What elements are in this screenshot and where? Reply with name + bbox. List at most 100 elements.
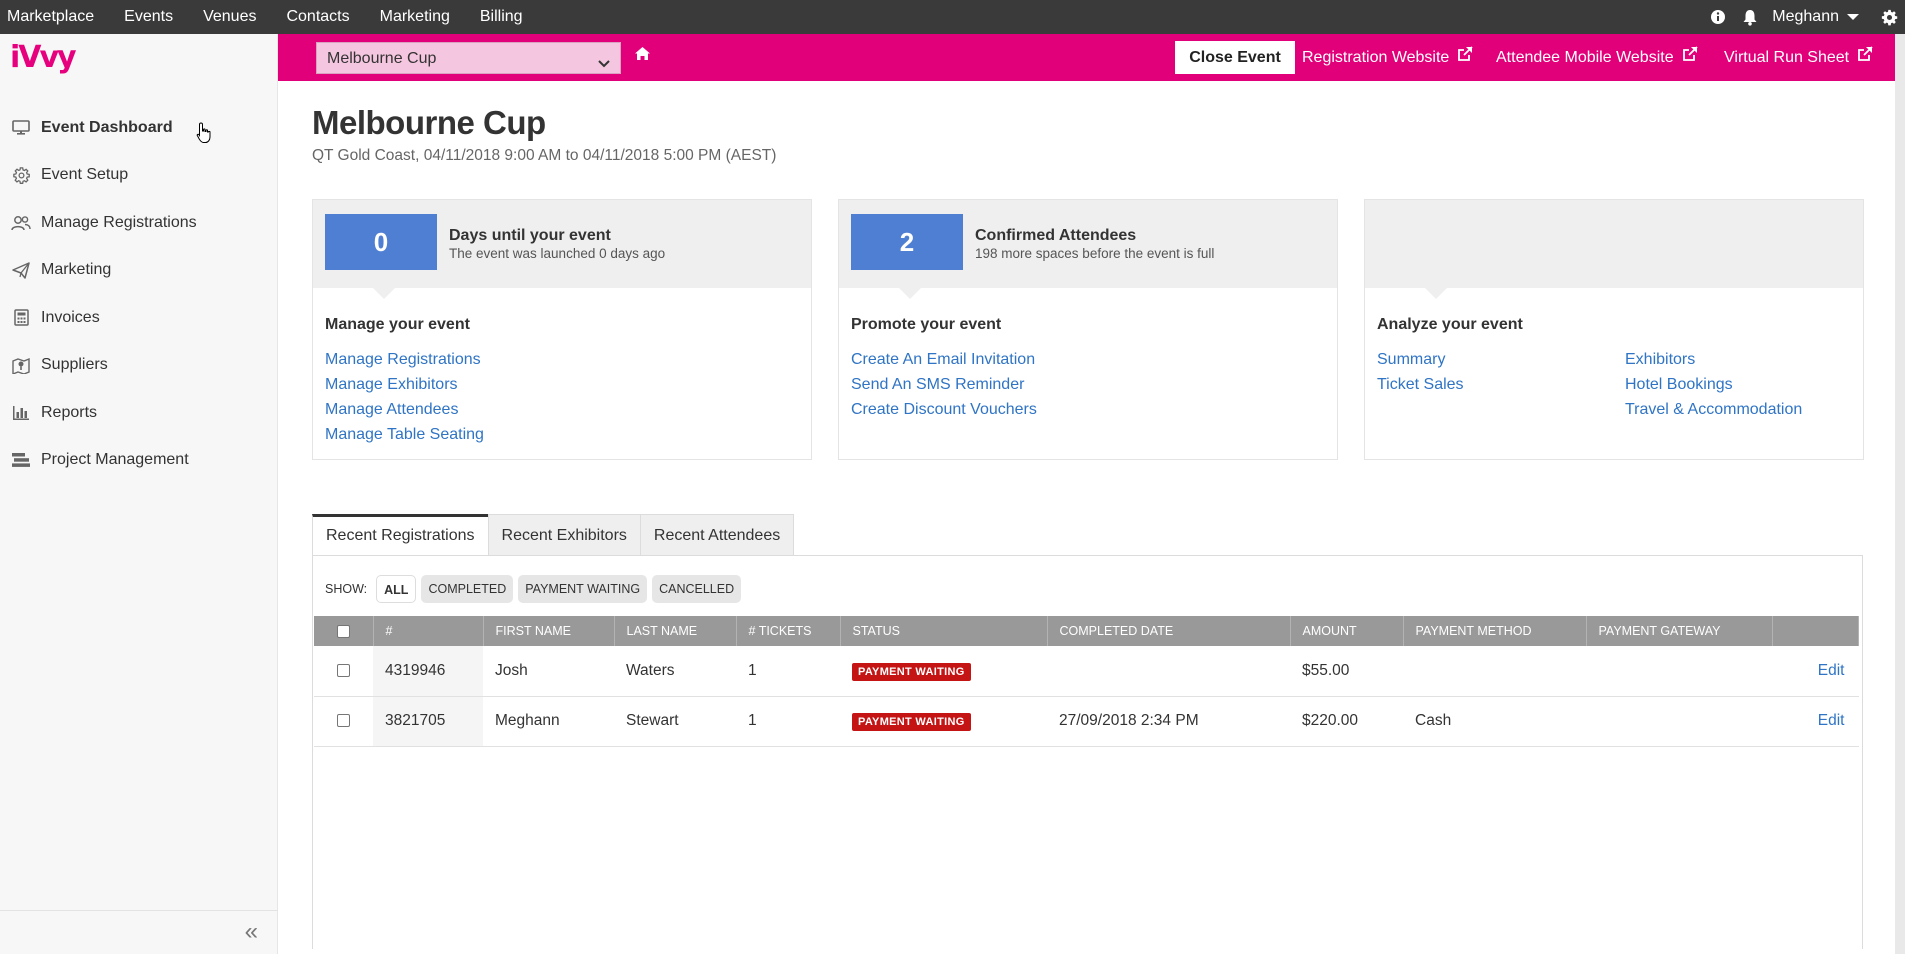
hotel-bookings-report-link[interactable]: Hotel Bookings xyxy=(1625,376,1733,394)
section-title: Analyze your event xyxy=(1377,316,1523,333)
row-checkbox[interactable] xyxy=(337,714,350,728)
top-nav-menu: Marketplace Events Venues Contacts Marke… xyxy=(0,0,538,34)
info-icon[interactable] xyxy=(1702,0,1734,34)
section-title: Manage your event xyxy=(325,316,470,333)
sidebar-item-reports[interactable]: Reports xyxy=(0,389,278,437)
home-icon[interactable] xyxy=(634,46,651,66)
gear-icon[interactable] xyxy=(1873,0,1905,34)
col-id[interactable]: # xyxy=(373,616,484,646)
map-icon xyxy=(10,355,32,375)
payment-method: Cash xyxy=(1403,696,1586,747)
virtual-run-sheet-link[interactable]: Virtual Run Sheet xyxy=(1724,34,1873,81)
monitor-icon xyxy=(10,118,32,138)
travel-accommodation-report-link[interactable]: Travel & Accommodation xyxy=(1625,401,1802,419)
paper-plane-icon xyxy=(10,260,32,280)
col-completed-date[interactable]: COMPLETED DATE xyxy=(1047,616,1291,646)
manage-registrations-link[interactable]: Manage Registrations xyxy=(325,351,481,369)
first-name: Meghann xyxy=(483,696,614,747)
sidebar-item-suppliers[interactable]: Suppliers xyxy=(0,342,278,390)
create-discount-vouchers-link[interactable]: Create Discount Vouchers xyxy=(851,401,1037,419)
sidebar-item-marketing[interactable]: Marketing xyxy=(0,247,278,295)
manage-attendees-link[interactable]: Manage Attendees xyxy=(325,401,458,419)
status-badge: PAYMENT WAITING xyxy=(852,662,971,681)
sidebar-item-project-management[interactable]: Project Management xyxy=(0,437,278,485)
tab-recent-attendees[interactable]: Recent Attendees xyxy=(639,514,795,556)
ticket-sales-report-link[interactable]: Ticket Sales xyxy=(1377,376,1464,394)
summary-report-link[interactable]: Summary xyxy=(1377,351,1445,369)
external-link-icon xyxy=(1857,34,1873,81)
edit-link[interactable]: Edit xyxy=(1818,662,1845,679)
exhibitors-report-link[interactable]: Exhibitors xyxy=(1625,351,1695,369)
sidebar-item-label: Reports xyxy=(41,403,98,421)
link-label: Virtual Run Sheet xyxy=(1724,49,1850,66)
attendee-mobile-website-link[interactable]: Attendee Mobile Website xyxy=(1496,34,1698,81)
completed-date: 27/09/2018 2:34 PM xyxy=(1047,696,1290,747)
collapse-sidebar-icon[interactable]: « xyxy=(245,918,258,946)
event-select[interactable]: Melbourne Cup xyxy=(316,42,621,74)
status-badge: PAYMENT WAITING xyxy=(852,713,971,731)
col-tickets[interactable]: # TICKETS xyxy=(736,616,841,646)
col-amount[interactable]: AMOUNT xyxy=(1290,616,1404,646)
sidebar-item-event-dashboard[interactable]: Event Dashboard xyxy=(0,104,278,152)
days-until-event-count: 0 xyxy=(325,214,437,270)
col-last-name[interactable]: LAST NAME xyxy=(614,616,737,646)
sidebar-item-invoices[interactable]: Invoices xyxy=(0,294,278,342)
filter-cancelled[interactable]: CANCELLED xyxy=(652,575,742,603)
filter-completed[interactable]: COMPLETED xyxy=(421,575,514,603)
event-toolbar: Melbourne Cup Close Event Registration W… xyxy=(278,34,1895,81)
sidebar-item-event-setup[interactable]: Event Setup xyxy=(0,152,278,200)
nav-contacts[interactable]: Contacts xyxy=(271,0,364,34)
sidebar-item-label: Project Management xyxy=(41,451,189,469)
send-sms-reminder-link[interactable]: Send An SMS Reminder xyxy=(851,376,1024,394)
sidebar-item-label: Suppliers xyxy=(41,356,108,374)
table-header-row: # FIRST NAME LAST NAME # TICKETS STATUS … xyxy=(314,616,1859,646)
ivvy-logo[interactable]: iVvy xyxy=(10,40,90,83)
edit-link[interactable]: Edit xyxy=(1818,712,1845,729)
col-payment-method[interactable]: PAYMENT METHOD xyxy=(1403,616,1587,646)
row-checkbox[interactable] xyxy=(337,664,350,678)
filter-label: SHOW: xyxy=(325,582,368,596)
registration-id: 4319946 xyxy=(373,646,483,697)
stat-title: Confirmed Attendees xyxy=(975,227,1137,244)
tab-recent-registrations[interactable]: Recent Registrations xyxy=(312,514,489,556)
status-filter: SHOW: ALL COMPLETED PAYMENT WAITING CANC… xyxy=(325,575,742,603)
col-status[interactable]: STATUS xyxy=(840,616,1048,646)
select-all-header xyxy=(314,616,374,646)
payment-gateway xyxy=(1586,696,1772,747)
table-row[interactable]: 3821705 Meghann Stewart 1 PAYMENT WAITIN… xyxy=(314,696,1859,747)
event-details: QT Gold Coast, 04/11/2018 9:00 AM to 04/… xyxy=(312,147,777,164)
table-row[interactable]: 4319946 Josh Waters 1 PAYMENT WAITING $5… xyxy=(314,646,1859,697)
col-actions xyxy=(1772,616,1859,646)
stat-subtitle: 198 more spaces before the event is full xyxy=(975,246,1215,261)
nav-venues[interactable]: Venues xyxy=(188,0,271,34)
event-select-value: Melbourne Cup xyxy=(327,50,437,67)
nav-billing[interactable]: Billing xyxy=(465,0,538,34)
scroll-track[interactable] xyxy=(1895,34,1905,954)
sidebar-item-manage-registrations[interactable]: Manage Registrations xyxy=(0,199,278,247)
filter-all[interactable]: ALL xyxy=(376,575,417,603)
col-payment-gateway[interactable]: PAYMENT GATEWAY xyxy=(1586,616,1773,646)
registration-id: 3821705 xyxy=(373,696,483,747)
nav-events[interactable]: Events xyxy=(109,0,188,34)
ticket-count: 1 xyxy=(736,696,840,747)
manage-table-seating-link[interactable]: Manage Table Seating xyxy=(325,426,484,444)
bell-icon[interactable] xyxy=(1734,0,1766,34)
select-all-checkbox[interactable] xyxy=(336,625,350,639)
manage-event-card: 0 Days until your event The event was la… xyxy=(312,199,812,460)
gear-icon xyxy=(10,165,32,185)
bar-chart-icon xyxy=(10,403,32,423)
manage-exhibitors-link[interactable]: Manage Exhibitors xyxy=(325,376,458,394)
registration-website-link[interactable]: Registration Website xyxy=(1302,34,1473,81)
nav-marketing[interactable]: Marketing xyxy=(365,0,465,34)
mouse-cursor-icon xyxy=(196,122,212,149)
nav-marketplace[interactable]: Marketplace xyxy=(0,0,109,34)
user-menu[interactable]: Meghann xyxy=(1766,8,1873,26)
confirmed-attendees-count: 2 xyxy=(851,214,963,270)
section-title: Promote your event xyxy=(851,316,1002,333)
create-email-invitation-link[interactable]: Create An Email Invitation xyxy=(851,351,1035,369)
filter-payment-waiting[interactable]: PAYMENT WAITING xyxy=(518,575,648,603)
close-event-button[interactable]: Close Event xyxy=(1175,41,1295,74)
col-first-name[interactable]: FIRST NAME xyxy=(483,616,615,646)
payment-method xyxy=(1403,646,1586,697)
tab-recent-exhibitors[interactable]: Recent Exhibitors xyxy=(487,514,641,556)
